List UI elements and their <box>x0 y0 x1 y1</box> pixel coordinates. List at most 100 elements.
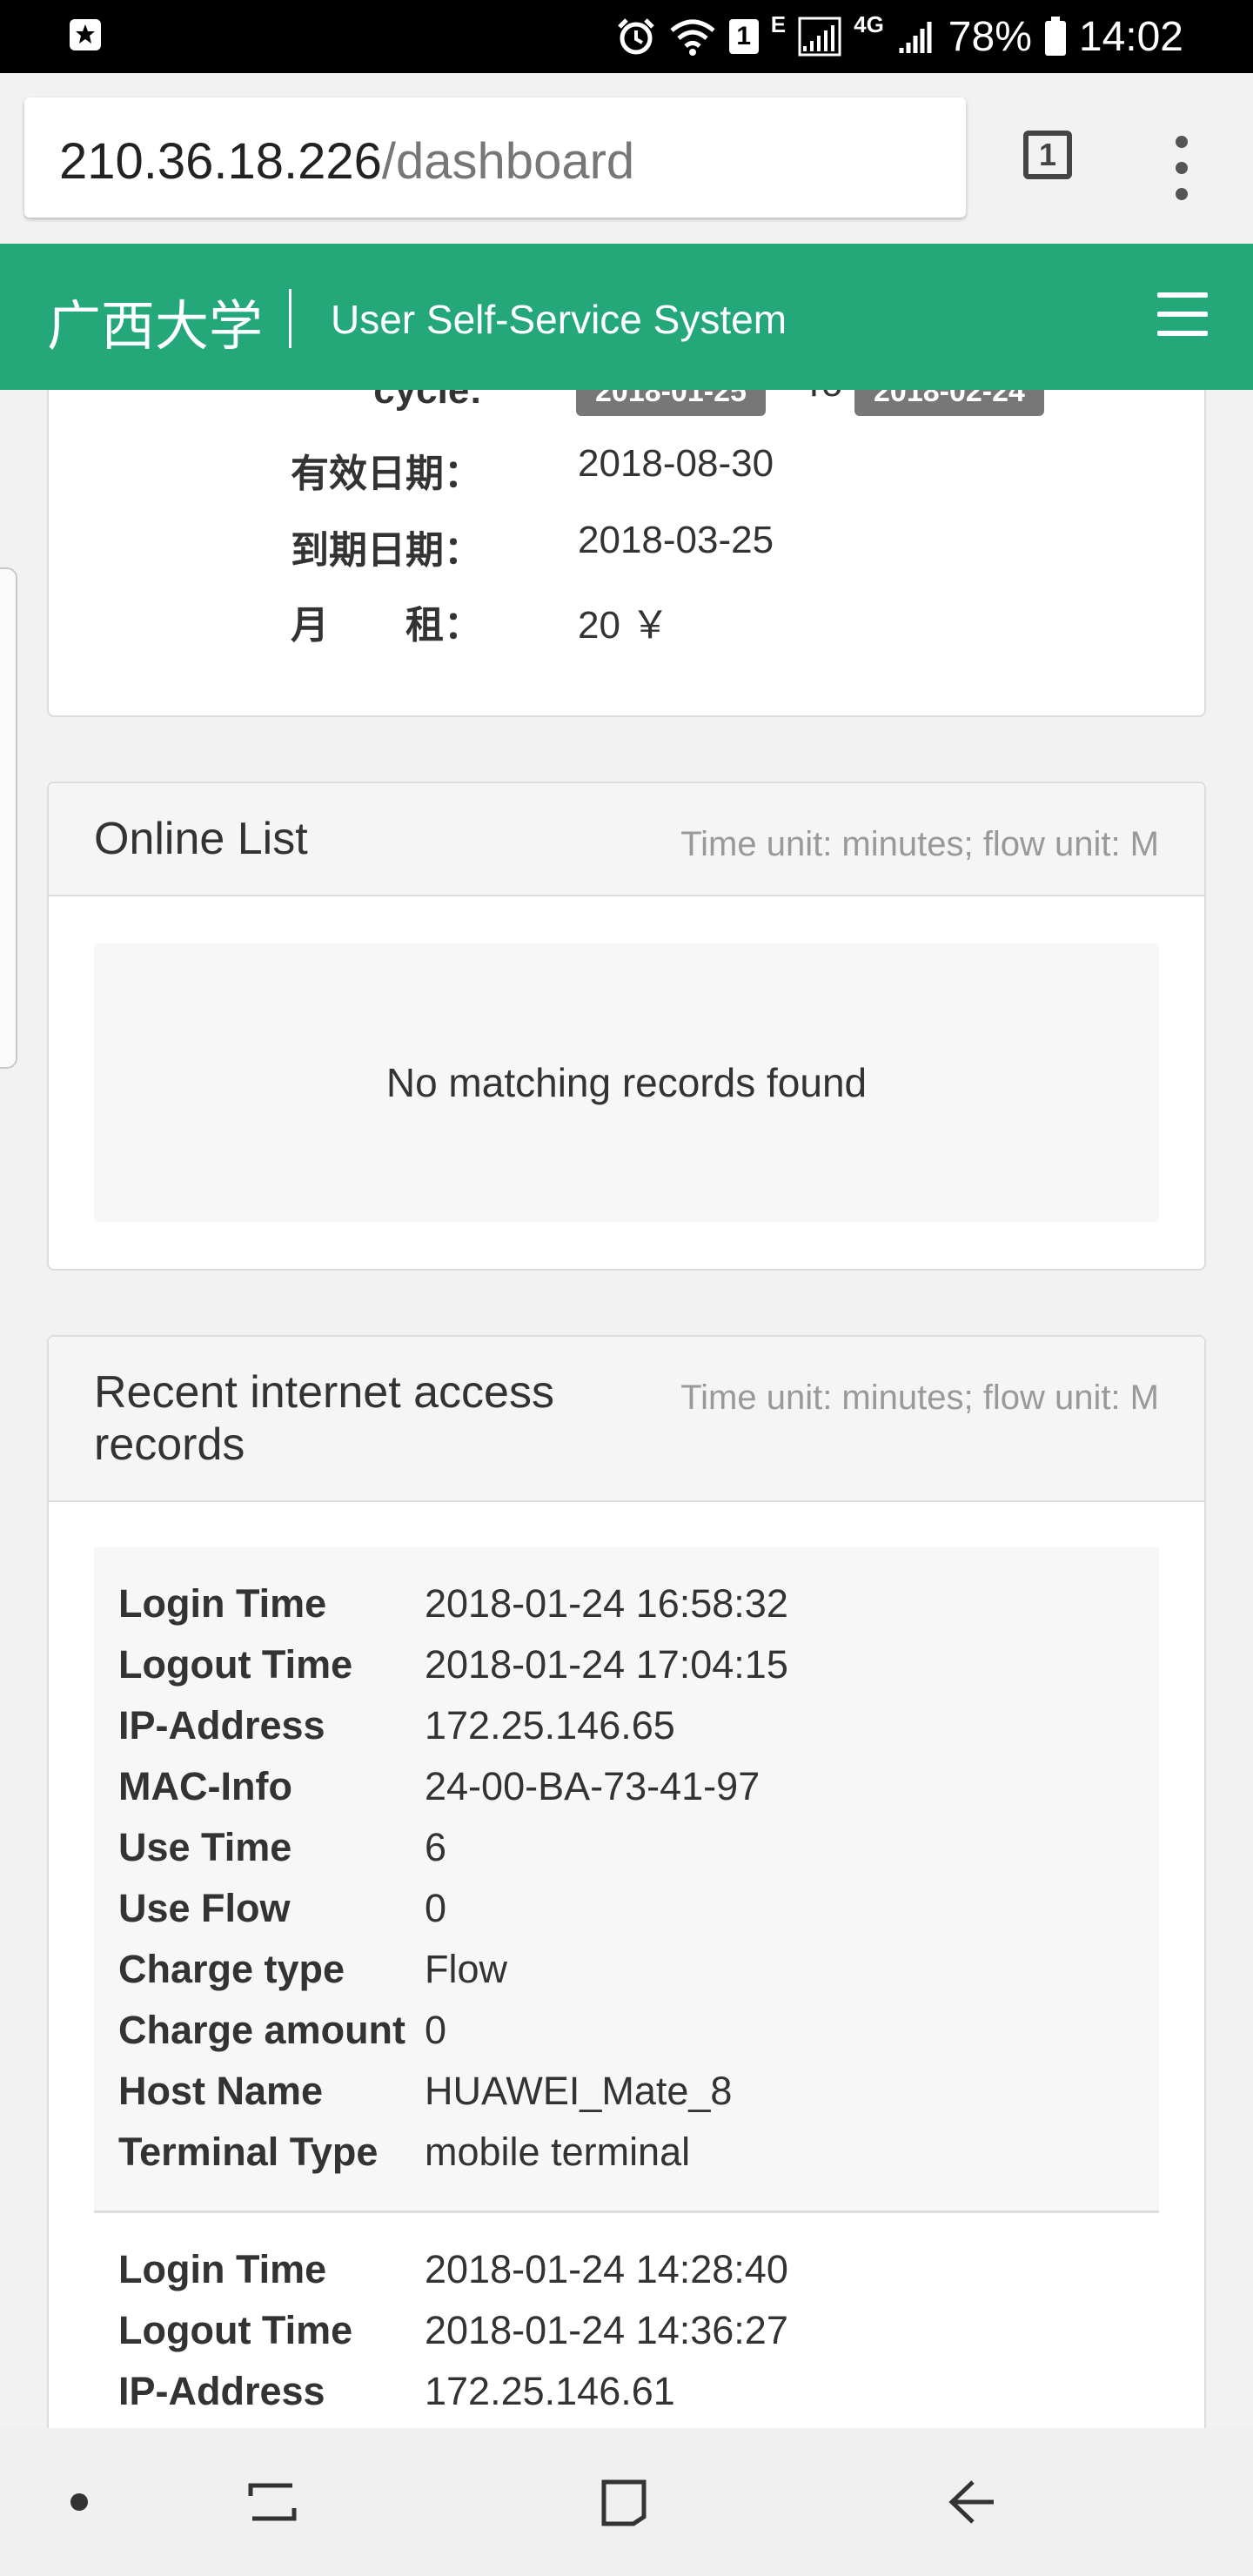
record-card: Login Time 2018-01-24 16:58:32 Logout Tim… <box>94 1547 1159 2210</box>
browser-menu-button[interactable] <box>1164 136 1199 202</box>
alarm-icon <box>617 18 654 55</box>
notification-count-badge: 1 <box>728 19 759 54</box>
record-row: MAC-Info 24-00-BA-73-41-97 <box>118 1756 1159 1817</box>
notification-icon <box>70 19 101 50</box>
signal-icon <box>899 22 932 53</box>
info-value: 2018-08-30 <box>578 442 774 485</box>
info-label: 月 租： <box>291 604 482 647</box>
recent-apps-icon <box>248 2483 297 2521</box>
record-row: Logout Time 2018-01-24 14:36:27 <box>118 2300 1159 2361</box>
record-row: Logout Time 2018-01-24 17:04:15 <box>118 1634 1159 1695</box>
panel-heading: Recent internet access records Time unit… <box>49 1337 1204 1502</box>
side-drawer-handle[interactable] <box>0 567 17 1069</box>
info-value: 20 ￥ <box>578 604 670 647</box>
account-info-panel: cycle: 2018-01-25 To 2018-02-24 有效日期： 20… <box>47 390 1206 717</box>
panel-note: Time unit: minutes; flow unit: M <box>680 825 1159 863</box>
panel-title: Recent internet access records <box>94 1367 554 1470</box>
record-row: IP-Address 172.25.146.65 <box>118 1695 1159 1756</box>
dot-icon <box>1176 188 1188 200</box>
url-path: /dashboard <box>381 133 635 190</box>
panel-note: Time unit: minutes; flow unit: M <box>680 1379 1159 1417</box>
info-row: 月 租： 20 ￥ <box>49 594 1204 663</box>
record-label: IP-Address <box>118 2369 325 2413</box>
record-value: 24-00-BA-73-41-97 <box>425 1764 761 1808</box>
record-label: Use Flow <box>118 1886 291 1930</box>
url-host: 210.36.18.226 <box>59 133 382 190</box>
record-row: Use Flow 0 <box>118 1878 1159 1939</box>
record-value: Flow <box>425 1947 508 1991</box>
brand-logo-text[interactable]: 广西大学 <box>47 282 263 360</box>
home-icon <box>601 2479 647 2526</box>
record-label: Charge type <box>118 1947 345 1991</box>
record-row: Login Time 2018-01-24 16:58:32 <box>118 1573 1159 1634</box>
record-row: Charge amount 0 <box>118 2000 1159 2061</box>
cycle-row: cycle: 2018-01-25 To 2018-02-24 <box>49 390 1204 439</box>
record-label: Login Time <box>118 1581 327 1626</box>
online-list-panel: Online List Time unit: minutes; flow uni… <box>47 782 1206 1271</box>
info-value: 2018-03-25 <box>578 519 774 561</box>
dot-icon <box>70 2493 88 2511</box>
record-label: Host Name <box>118 2069 324 2113</box>
hamburger-menu-icon[interactable] <box>1157 292 1208 341</box>
nav-dot-button[interactable] <box>40 2463 118 2541</box>
signal-icon <box>798 17 841 57</box>
record-row: IP-Address 172.25.146.61 <box>118 2361 1159 2422</box>
url-bar[interactable]: 210.36.18.226/dashboard <box>24 97 966 218</box>
browser-toolbar: 210.36.18.226/dashboard 1 <box>0 73 1253 244</box>
system-nav-bar <box>0 2428 1253 2576</box>
record-row: Login Time 2018-01-24 14:28:40 <box>118 2239 1159 2300</box>
record-label: Logout Time <box>118 2308 353 2352</box>
record-value: 2018-01-24 17:04:15 <box>425 1642 788 1687</box>
record-value: 6 <box>425 1825 447 1869</box>
panel-heading: Online List Time unit: minutes; flow uni… <box>49 783 1204 896</box>
home-button[interactable] <box>585 2463 663 2541</box>
record-label: Terminal Type <box>118 2130 379 2174</box>
clock: 14:02 <box>1078 13 1183 60</box>
status-bar: 1 E 4G 78% 14:02 <box>0 0 1253 73</box>
panel-title: Online List <box>94 814 308 864</box>
record-value: mobile terminal <box>425 2130 691 2174</box>
record-value: 2018-01-24 16:58:32 <box>425 1581 788 1626</box>
record-label: Charge amount <box>118 2008 406 2052</box>
brand-subtitle: User Self-Service System <box>331 297 787 342</box>
record-row: Terminal Type mobile terminal <box>118 2122 1159 2183</box>
info-row: 到期日期： 2018-03-25 <box>49 519 1204 588</box>
recent-records-panel: Recent internet access records Time unit… <box>47 1335 1206 2428</box>
record-value: 2018-01-24 14:36:27 <box>425 2308 788 2352</box>
dot-icon <box>1176 136 1188 148</box>
record-card: Login Time 2018-01-24 14:28:40 Logout Tim… <box>94 2210 1159 2428</box>
battery-percent: 78% <box>948 13 1032 60</box>
cycle-to-label: To <box>802 390 842 406</box>
page-content: cycle: 2018-01-25 To 2018-02-24 有效日期： 20… <box>0 390 1253 2428</box>
record-value: 172.25.146.61 <box>425 2369 675 2413</box>
record-label: Login Time <box>118 2247 327 2291</box>
brand-divider <box>289 289 291 348</box>
info-row: 有效日期： 2018-08-30 <box>49 442 1204 512</box>
cycle-start-badge: 2018-01-25 <box>576 390 766 416</box>
record-row: Use Time 6 <box>118 1817 1159 1878</box>
record-value: 172.25.146.65 <box>425 1703 675 1748</box>
battery-icon <box>1044 17 1066 56</box>
record-label: MAC-Info <box>118 1764 292 1808</box>
tab-count: 1 <box>1023 131 1072 179</box>
record-row: Charge type Flow <box>118 1939 1159 2000</box>
recent-apps-button[interactable] <box>233 2463 312 2541</box>
wifi-icon <box>670 19 715 56</box>
site-header: 广西大学 User Self-Service System <box>0 244 1253 390</box>
record-label: Use Time <box>118 1825 292 1869</box>
record-value: 0 <box>425 1886 447 1930</box>
network-type-e: E <box>770 10 787 37</box>
cycle-end-badge: 2018-02-24 <box>854 390 1044 416</box>
empty-message: No matching records found <box>94 943 1159 1222</box>
record-label: IP-Address <box>118 1703 325 1748</box>
record-label: Logout Time <box>118 1642 353 1687</box>
record-value: 2018-01-24 14:28:40 <box>425 2247 788 2291</box>
info-label: 到期日期： <box>291 529 482 572</box>
back-button[interactable] <box>933 2463 1011 2541</box>
info-label: 有效日期： <box>291 453 482 495</box>
record-value: HUAWEI_Mate_8 <box>425 2069 733 2113</box>
dot-icon <box>1176 162 1188 174</box>
record-row: Host Name HUAWEI_Mate_8 <box>118 2061 1159 2122</box>
tab-switcher-button[interactable]: 1 <box>1023 131 1079 186</box>
url-text[interactable]: 210.36.18.226/dashboard <box>59 132 634 191</box>
